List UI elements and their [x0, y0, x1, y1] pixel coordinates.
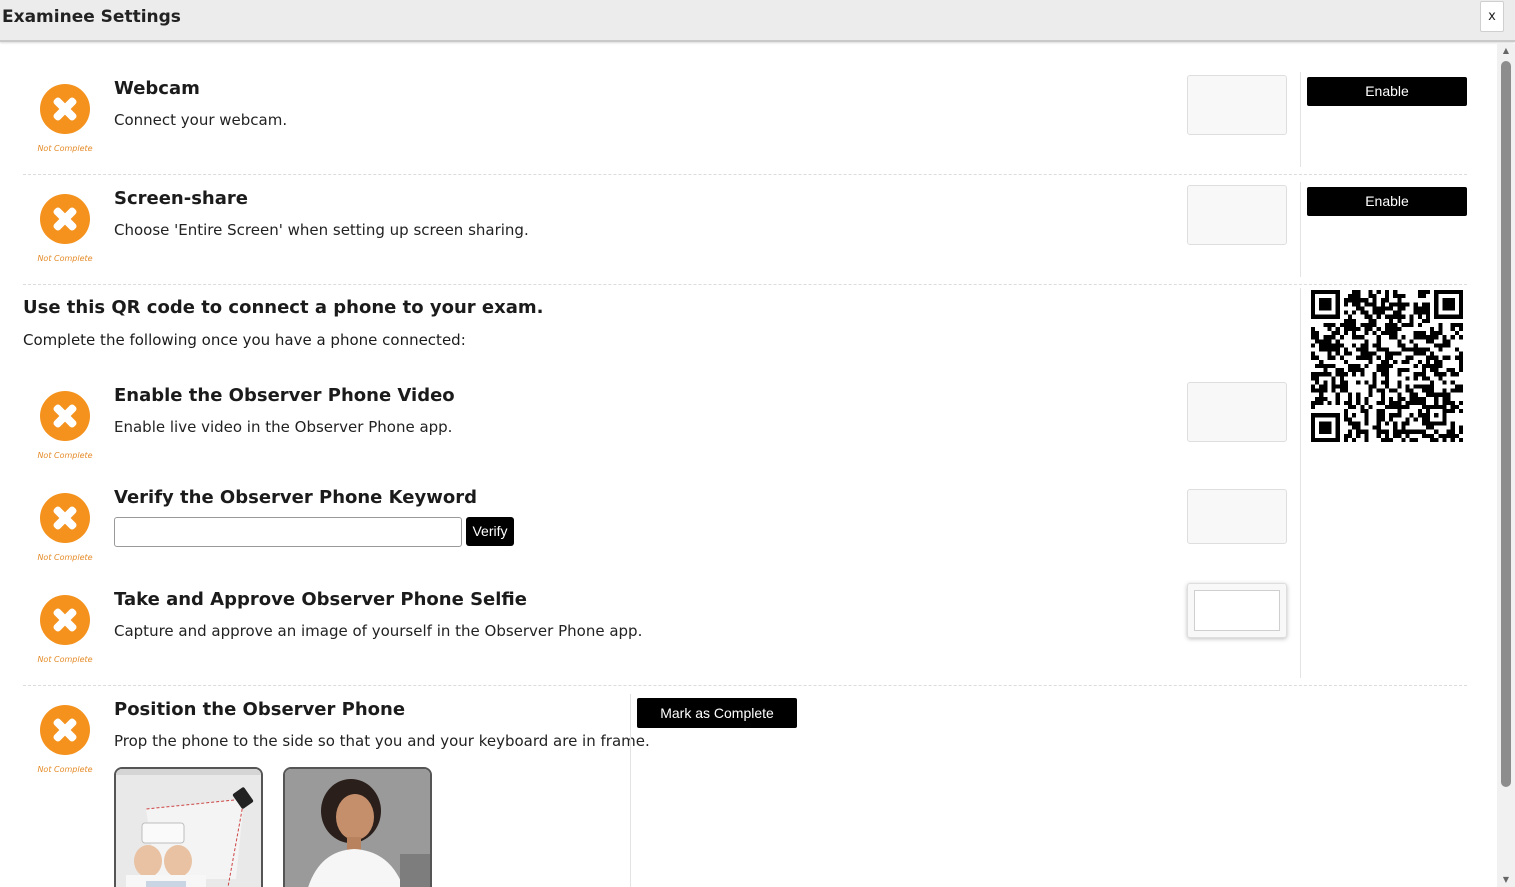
screenshare-enable-button[interactable]: Enable	[1307, 187, 1467, 216]
mark-complete-button[interactable]: Mark as Complete	[637, 698, 797, 728]
status-label: Not Complete	[37, 451, 93, 460]
selfie-preview	[1187, 583, 1287, 638]
phone-selfie-description: Capture and approve an image of yourself…	[114, 622, 643, 640]
phone-position-status: Not Complete	[20, 705, 110, 774]
phone-position-description: Prop the phone to the side so that you a…	[114, 732, 650, 750]
x-circle-icon	[40, 595, 90, 645]
phone-position-title: Position the Observer Phone	[114, 699, 406, 720]
scrollbar[interactable]: ▲ ▼	[1497, 44, 1515, 887]
phone-keyword-title: Verify the Observer Phone Keyword	[114, 487, 477, 508]
dialog-title: Examinee Settings	[2, 7, 181, 27]
divider	[1300, 288, 1301, 678]
x-circle-icon	[40, 194, 90, 244]
scrollbar-thumb[interactable]	[1501, 61, 1511, 787]
divider	[23, 174, 1467, 175]
divider	[1300, 72, 1301, 167]
divider	[23, 284, 1467, 285]
close-button[interactable]: x	[1480, 1, 1504, 32]
status-label: Not Complete	[37, 655, 93, 664]
selfie-example-image	[283, 767, 432, 887]
webcam-description: Connect your webcam.	[114, 111, 288, 129]
x-circle-icon	[40, 84, 90, 134]
x-circle-icon	[40, 391, 90, 441]
scroll-down-icon[interactable]: ▼	[1497, 873, 1515, 887]
scroll-up-icon[interactable]: ▲	[1497, 44, 1515, 58]
screenshare-status: Not Complete	[20, 194, 110, 263]
x-circle-icon	[40, 493, 90, 543]
phone-video-preview	[1187, 382, 1287, 442]
webcam-preview	[1187, 75, 1287, 135]
dialog-titlebar: Examinee Settings x	[0, 0, 1515, 42]
phone-video-description: Enable live video in the Observer Phone …	[114, 418, 453, 436]
phone-video-title: Enable the Observer Phone Video	[114, 385, 455, 406]
keyboard-frame-image	[114, 767, 263, 887]
status-label: Not Complete	[37, 553, 93, 562]
webcam-status: Not Complete	[20, 84, 110, 153]
divider	[23, 685, 1467, 686]
status-label: Not Complete	[37, 144, 93, 153]
divider	[630, 694, 631, 887]
settings-content: Not Complete Webcam Connect your webcam.…	[0, 44, 1497, 887]
phone-video-status: Not Complete	[20, 391, 110, 460]
x-circle-icon	[40, 705, 90, 755]
phone-keyword-preview	[1187, 489, 1287, 544]
phone-keyword-status: Not Complete	[20, 493, 110, 562]
qr-section-heading: Use this QR code to connect a phone to y…	[23, 297, 544, 318]
screenshare-title: Screen-share	[114, 188, 248, 209]
qr-section-subheading: Complete the following once you have a p…	[23, 331, 466, 349]
screenshare-preview	[1187, 185, 1287, 245]
status-label: Not Complete	[37, 765, 93, 774]
screenshare-description: Choose 'Entire Screen' when setting up s…	[114, 221, 529, 239]
webcam-title: Webcam	[114, 78, 200, 99]
status-label: Not Complete	[37, 254, 93, 263]
webcam-enable-button[interactable]: Enable	[1307, 77, 1467, 106]
keyword-input[interactable]	[114, 517, 462, 547]
verify-button[interactable]: Verify	[466, 517, 514, 546]
phone-selfie-status: Not Complete	[20, 595, 110, 664]
qr-code-icon	[1311, 290, 1463, 442]
divider	[1300, 182, 1301, 277]
phone-selfie-title: Take and Approve Observer Phone Selfie	[114, 589, 527, 610]
